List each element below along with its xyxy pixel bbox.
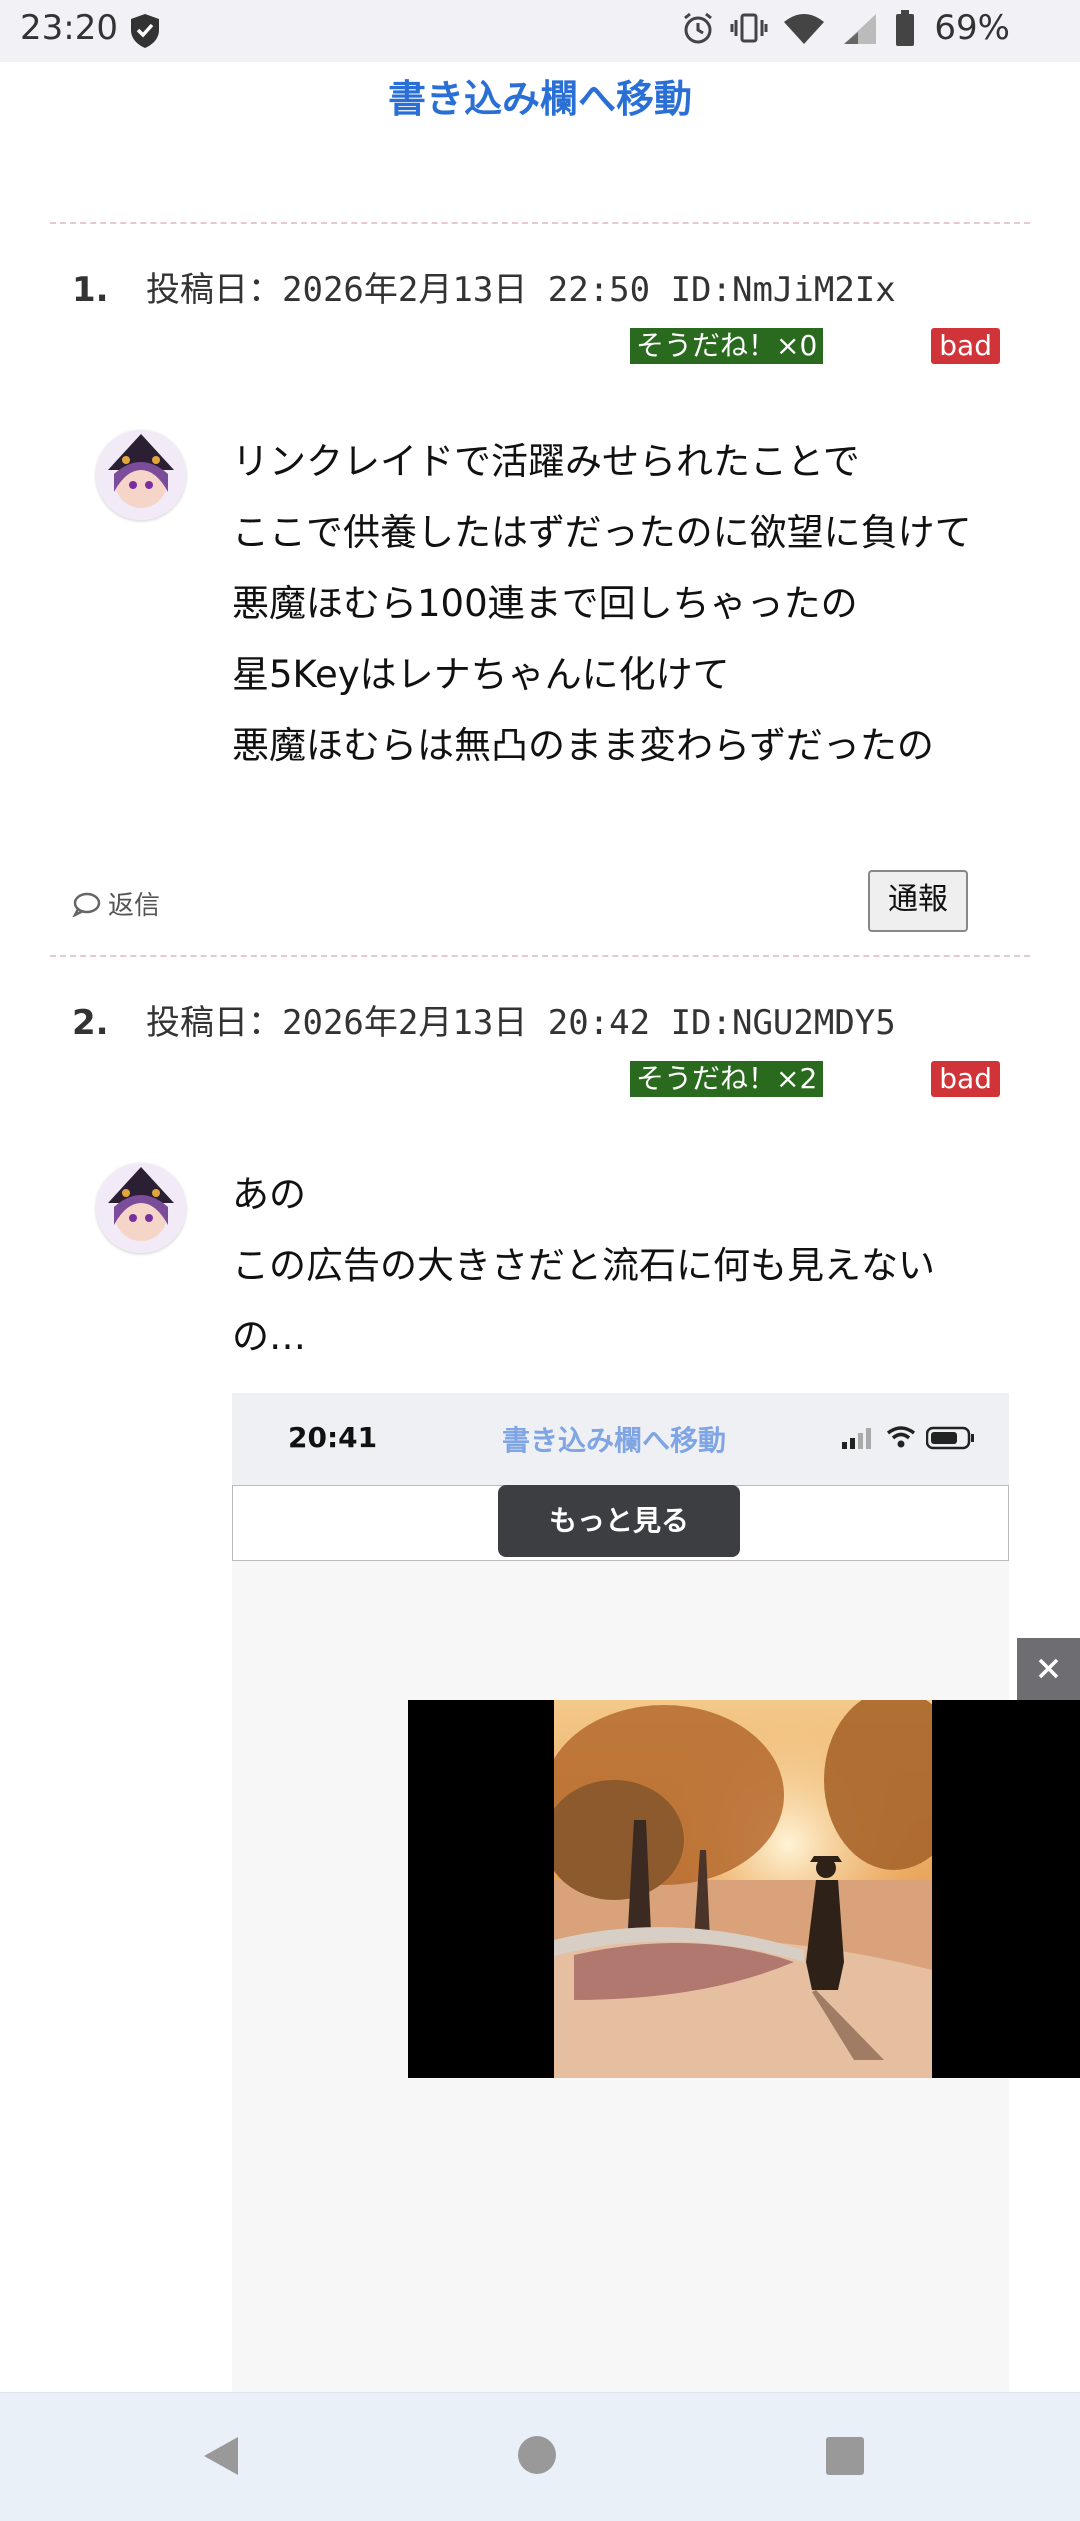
ad-close-button[interactable]	[1017, 1638, 1080, 1700]
shield-icon	[131, 14, 159, 48]
post-line: 星5Keyはレナちゃんに化けて	[232, 653, 730, 696]
embedded-signal-icon	[842, 1428, 871, 1449]
status-bar: 23:20 69%	[0, 0, 1080, 62]
post-line: の…	[232, 1315, 306, 1358]
ad-image	[554, 1700, 932, 2078]
avatar	[96, 430, 186, 520]
post-line: 悪魔ほむらは無凸のまま変わらずだったの	[232, 724, 934, 767]
home-icon[interactable]	[515, 2433, 559, 2477]
agree-button[interactable]: そうだね！×0	[630, 328, 824, 364]
embedded-jump-link: 書き込み欄へ移動	[502, 1424, 727, 1457]
embedded-battery-icon	[926, 1426, 974, 1450]
post-header: 2. 投稿日：2026年2月13日 20:42 ID:NGU2MDY5	[72, 995, 896, 1044]
post-divider	[50, 222, 1030, 224]
post-rating: そうだね！×0 bad	[630, 328, 1000, 366]
post-rating: そうだね！×2 bad	[630, 1061, 1000, 1099]
embedded-time: 20:41	[288, 1421, 378, 1454]
battery-icon	[896, 10, 915, 46]
embedded-wifi-icon	[886, 1426, 916, 1448]
bad-button[interactable]: bad	[931, 1061, 1000, 1097]
status-icons: 69%	[680, 8, 1010, 48]
status-time: 23:20	[20, 8, 118, 48]
post-number: 1.	[72, 270, 109, 310]
post-body: あの この広告の大きさだと流石に何も見えない の…	[232, 1159, 935, 1372]
comment-icon	[72, 892, 101, 917]
post-header: 1. 投稿日：2026年2月13日 22:50 ID:NmJiM2Ix	[72, 262, 896, 311]
post-line: あの	[232, 1173, 306, 1216]
reply-button[interactable]: 返信	[72, 885, 160, 922]
bad-button[interactable]: bad	[931, 328, 1000, 364]
system-nav-bar	[0, 2392, 1080, 2521]
embedded-more-button: もっと見る	[498, 1485, 740, 1557]
signal-icon	[844, 14, 877, 44]
recents-icon[interactable]	[824, 2435, 866, 2477]
agree-button[interactable]: そうだね！×2	[630, 1061, 824, 1097]
jump-to-comment-form-link[interactable]: 書き込み欄へ移動	[0, 62, 1080, 137]
report-button[interactable]: 通報	[868, 870, 968, 932]
post-divider	[50, 955, 1030, 957]
post-line: ここで供養したはずだったのに欲望に負けて	[232, 511, 972, 554]
back-icon[interactable]	[198, 2433, 244, 2479]
post-line: 悪魔ほむら100連まで回しちゃったの	[232, 582, 858, 625]
video-ad[interactable]	[408, 1700, 1080, 2078]
post-line: この広告の大きさだと流石に何も見えない	[232, 1244, 935, 1287]
vibrate-icon	[730, 13, 768, 43]
avatar	[96, 1163, 186, 1253]
battery-percent: 69%	[934, 8, 1010, 48]
post-number: 2.	[72, 1003, 109, 1043]
embedded-status-bar: 20:41 書き込み欄へ移動	[232, 1393, 1009, 1485]
post-meta: 投稿日：2026年2月13日 22:50 ID:NmJiM2Ix	[146, 270, 896, 310]
post-meta: 投稿日：2026年2月13日 20:42 ID:NGU2MDY5	[146, 1003, 896, 1043]
reply-label: 返信	[108, 891, 161, 921]
post-line: リンクレイドで活躍みせられたことで	[232, 440, 860, 483]
alarm-icon	[684, 12, 713, 44]
close-icon	[1038, 1658, 1059, 1679]
wifi-icon	[784, 14, 825, 44]
post-body: リンクレイドで活躍みせられたことで ここで供養したはずだったのに欲望に負けて 悪…	[232, 426, 972, 781]
